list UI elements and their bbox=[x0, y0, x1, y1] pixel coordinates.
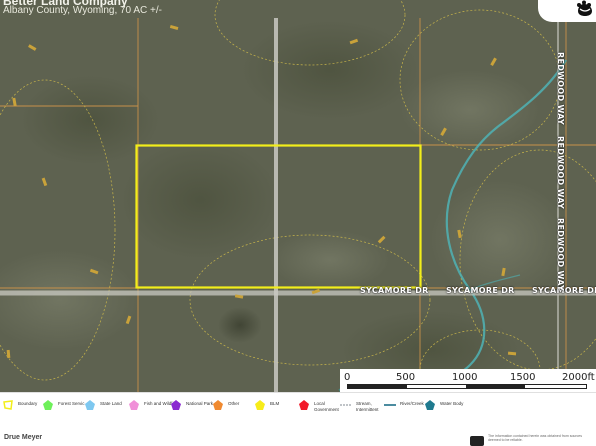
water-body-icon bbox=[425, 400, 435, 410]
road-label-redwood-way: REDWOOD WAY bbox=[556, 218, 565, 292]
company-logo bbox=[538, 0, 596, 22]
map-view[interactable]: Better Land Company Albany County, Wyomi… bbox=[0, 0, 596, 392]
map-canvas bbox=[0, 0, 596, 392]
state-land-icon bbox=[85, 400, 95, 410]
disclaimer-text: The information contained herein was obt… bbox=[488, 434, 582, 442]
river-creek-icon bbox=[384, 404, 396, 406]
footer: Drue Meyer The information contained her… bbox=[0, 424, 596, 446]
scale-track bbox=[347, 384, 587, 389]
scale-label: 2000ft bbox=[562, 372, 595, 383]
road-label-redwood-way: REDWOOD WAY bbox=[556, 136, 565, 210]
boundary-icon bbox=[3, 400, 13, 410]
road-label-sycamore-dr: SYCAMORE DR bbox=[360, 286, 429, 295]
scale-label: 0 bbox=[344, 372, 351, 383]
scale-label: 500 bbox=[396, 372, 416, 383]
brand-mark-icon bbox=[470, 436, 484, 446]
scale-label: 1000 bbox=[452, 372, 478, 383]
stream-icon bbox=[340, 404, 352, 406]
listing-subtitle: Albany County, Wyoming, 70 AC +/- bbox=[3, 5, 162, 16]
road-label-sycamore-dr: SYCAMORE DR bbox=[446, 286, 515, 295]
map-legend: Boundary Forest Servic State Land Fish a… bbox=[0, 392, 596, 425]
fish-wildlife-icon bbox=[129, 400, 139, 410]
other-icon bbox=[213, 400, 223, 410]
scale-bar: 0 500 1000 1500 2000ft bbox=[340, 369, 596, 392]
blm-icon bbox=[255, 400, 265, 410]
paw-logo-icon bbox=[577, 0, 592, 16]
national-park-icon bbox=[171, 400, 181, 410]
road-label-redwood-way: REDWOOD WAY bbox=[556, 52, 565, 126]
scale-label: 1500 bbox=[510, 372, 536, 383]
agent-name: Drue Meyer bbox=[4, 434, 43, 441]
forest-service-icon bbox=[43, 400, 53, 410]
local-government-icon bbox=[299, 400, 309, 410]
